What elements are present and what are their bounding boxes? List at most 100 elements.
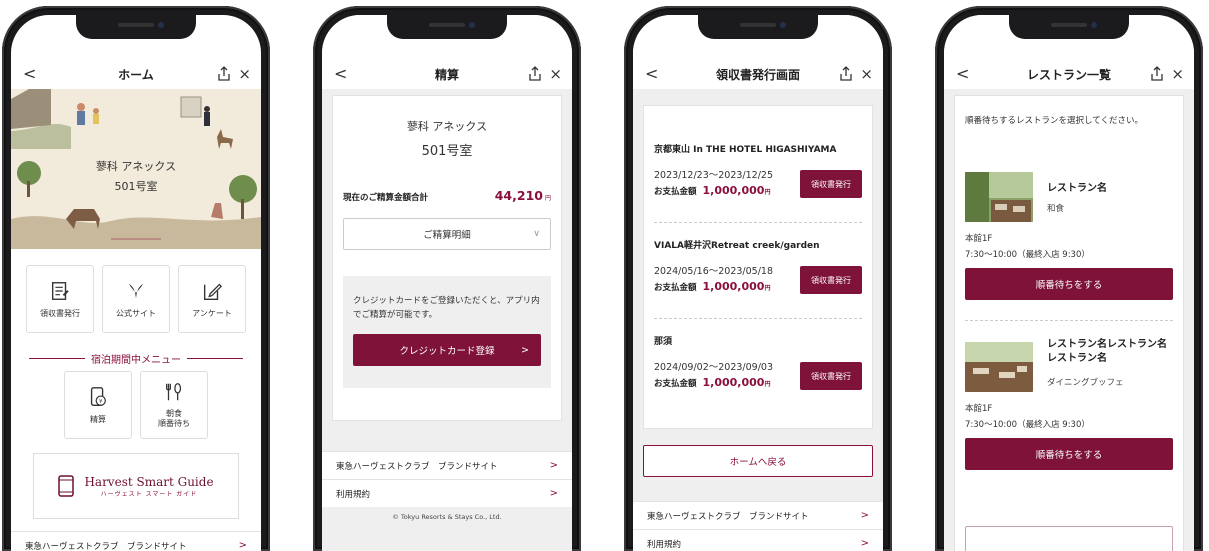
yen-unit: 円: [764, 189, 771, 196]
tile-label-line2: 順番待ち: [158, 419, 190, 428]
guide-title: Harvest Smart Guide: [84, 474, 214, 489]
receipts-screen: < 領収書発行画面 × 京都東山 In THE HOTEL HIGASHIYAM…: [633, 15, 883, 551]
brand-logo-icon: [128, 283, 144, 298]
page-title: レストラン一覧: [1026, 67, 1111, 82]
notch: [387, 15, 507, 39]
join-queue-button[interactable]: 順番待ちをする: [965, 268, 1173, 300]
pay-label: お支払金額: [654, 283, 697, 293]
stay-menu: ¥ 精算 朝食 順番待ち: [11, 371, 261, 439]
restaurant-image: [965, 342, 1033, 392]
yen-unit: 円: [764, 285, 771, 292]
tile-label: 朝食 順番待ち: [158, 409, 190, 429]
room-number: 501号室: [114, 180, 158, 193]
terms-link[interactable]: 利用規約 >: [322, 479, 572, 507]
total-row: 現在のご精算金額合計 44,210 円: [343, 188, 551, 203]
checkout-screen: < 精算 × 蓼科 アネックス 501号室 現在のご精算金額合計 44,210 …: [322, 15, 572, 551]
hotel-name: 蓼科 アネックス: [406, 120, 488, 133]
checkout-tile[interactable]: ¥ 精算: [64, 371, 132, 439]
receipt-list-card: 京都東山 In THE HOTEL HIGASHIYAMA 2023/12/23…: [643, 105, 873, 429]
restaurant-name: レストラン名レストラン名レストラン名: [1047, 339, 1167, 364]
back-button[interactable]: <: [645, 63, 658, 85]
page-title: 精算: [434, 67, 459, 82]
issue-receipt-button[interactable]: 領収書発行: [800, 362, 862, 390]
receipt-item: VIALA軽井沢Retreat creek/garden 2024/05/16〜…: [654, 238, 862, 308]
receipt-item: 京都東山 In THE HOTEL HIGASHIYAMA 2023/12/23…: [654, 142, 862, 212]
credit-card-notice: クレジットカードをご登録いただくと、アプリ内でご精算が可能です。 クレジットカー…: [343, 276, 551, 388]
restaurant-photo: [965, 172, 1033, 222]
restaurant-hours: 7:30〜10:00（最終入店 9:30）: [965, 250, 1090, 260]
terms-link[interactable]: 利用規約 >: [633, 529, 883, 551]
restaurant-genre: 和食: [1047, 204, 1065, 214]
receipt-hotel: 那須: [654, 337, 673, 347]
official-site-tile[interactable]: 公式サイト: [102, 265, 170, 333]
phone-receipts: < 領収書発行画面 × 京都東山 In THE HOTEL HIGASHIYAM…: [624, 6, 892, 551]
pay-label: お支払金額: [654, 379, 697, 389]
tile-label: 領収書発行: [40, 308, 80, 318]
harvest-smart-guide-banner[interactable]: Harvest Smart Guide ハーヴェスト スマート ガイド: [33, 453, 239, 519]
close-button[interactable]: ×: [1171, 63, 1184, 85]
instruction-text: 順番待ちするレストランを選択してください。: [965, 116, 1143, 126]
restaurant-list-card: 順番待ちするレストランを選択してください。 レストラン名 和食 本館1F 7:3…: [954, 95, 1184, 551]
brand-site-link[interactable]: 東急ハーヴェストクラブ ブランドサイト >: [633, 501, 883, 529]
share-icon[interactable]: [839, 66, 853, 82]
notch: [1009, 15, 1129, 39]
join-queue-button[interactable]: 順番待ちをする: [965, 438, 1173, 470]
navbar: < レストラン一覧 ×: [944, 63, 1194, 85]
stay-menu-header: 宿泊期間中メニュー: [29, 351, 243, 366]
brand-site-link[interactable]: 東急ハーヴェストクラブ ブランドサイト >: [11, 531, 261, 551]
quick-menu: 領収書発行 公式サイト アンケート: [11, 265, 261, 333]
back-button[interactable]: <: [334, 63, 347, 85]
receipt-hotel: 京都東山 In THE HOTEL HIGASHIYAMA: [654, 145, 837, 155]
phone-home: < ホーム × 蓼科 アネックス 501号室 領収書発行 公式サイト アンケート…: [2, 6, 270, 551]
next-button-partial[interactable]: [965, 526, 1173, 551]
receipt-item: 那須 2024/09/02〜2023/09/03 お支払金額 1,000,000円…: [654, 334, 862, 404]
issue-receipt-button[interactable]: 領収書発行: [800, 170, 862, 198]
receipt-hotel: VIALA軽井沢Retreat creek/garden: [654, 241, 820, 251]
back-to-home-button[interactable]: ホームへ戻る: [643, 445, 873, 477]
checkout-icon: ¥: [90, 386, 106, 406]
brand-site-link[interactable]: 東急ハーヴェストクラブ ブランドサイト >: [322, 451, 572, 479]
link-label: 東急ハーヴェストクラブ ブランドサイト: [336, 461, 498, 472]
restaurant-floor: 本館1F: [965, 404, 993, 414]
chevron-down-icon: ∨: [533, 229, 540, 239]
navbar: < 精算 ×: [322, 63, 572, 85]
back-button[interactable]: <: [23, 63, 36, 85]
close-button[interactable]: ×: [860, 63, 873, 85]
restaurant-hours: 7:30〜10:00（最終入店 9:30）: [965, 420, 1090, 430]
yen-unit: 円: [764, 381, 771, 388]
receipt-tile[interactable]: 領収書発行: [26, 265, 94, 333]
share-icon[interactable]: [1150, 66, 1164, 82]
fork-knife-icon: [166, 383, 182, 401]
receipt-icon: [51, 281, 69, 300]
notch: [76, 15, 196, 39]
pay-label: お支払金額: [654, 187, 697, 197]
share-icon[interactable]: [217, 66, 231, 82]
issue-receipt-button[interactable]: 領収書発行: [800, 266, 862, 294]
divider: [187, 358, 243, 359]
chevron-right-icon: >: [860, 510, 869, 521]
breakfast-queue-tile[interactable]: 朝食 順番待ち: [140, 371, 208, 439]
close-button[interactable]: ×: [238, 63, 251, 85]
link-label: 東急ハーヴェストクラブ ブランドサイト: [25, 541, 187, 551]
divider: [965, 320, 1173, 321]
menu-title: 宿泊期間中メニュー: [91, 355, 181, 366]
survey-icon: [203, 283, 223, 300]
close-button[interactable]: ×: [549, 63, 562, 85]
hotel-name: 蓼科 アネックス: [95, 160, 177, 173]
checkout-detail-dropdown[interactable]: ご精算明細 ∨: [343, 218, 551, 250]
phone-checkout: < 精算 × 蓼科 アネックス 501号室 現在のご精算金額合計 44,210 …: [313, 6, 581, 551]
register-card-button[interactable]: クレジットカード登録 >: [353, 334, 541, 366]
link-label: 利用規約: [647, 539, 682, 550]
restaurants-screen: < レストラン一覧 × 順番待ちするレストランを選択してください。 レストラン名…: [944, 15, 1194, 551]
restaurant-floor: 本館1F: [965, 234, 993, 244]
copyright: © Tokyu Resorts & Stays Co., Ltd.: [392, 513, 502, 521]
divider: [654, 222, 862, 223]
divider: [29, 358, 85, 359]
pay-amount: 1,000,000: [702, 280, 765, 293]
back-button[interactable]: <: [956, 63, 969, 85]
share-icon[interactable]: [528, 66, 542, 82]
chevron-right-icon: >: [860, 538, 869, 549]
chevron-right-icon: >: [521, 344, 529, 356]
link-label: 東急ハーヴェストクラブ ブランドサイト: [647, 511, 809, 522]
survey-tile[interactable]: アンケート: [178, 265, 246, 333]
